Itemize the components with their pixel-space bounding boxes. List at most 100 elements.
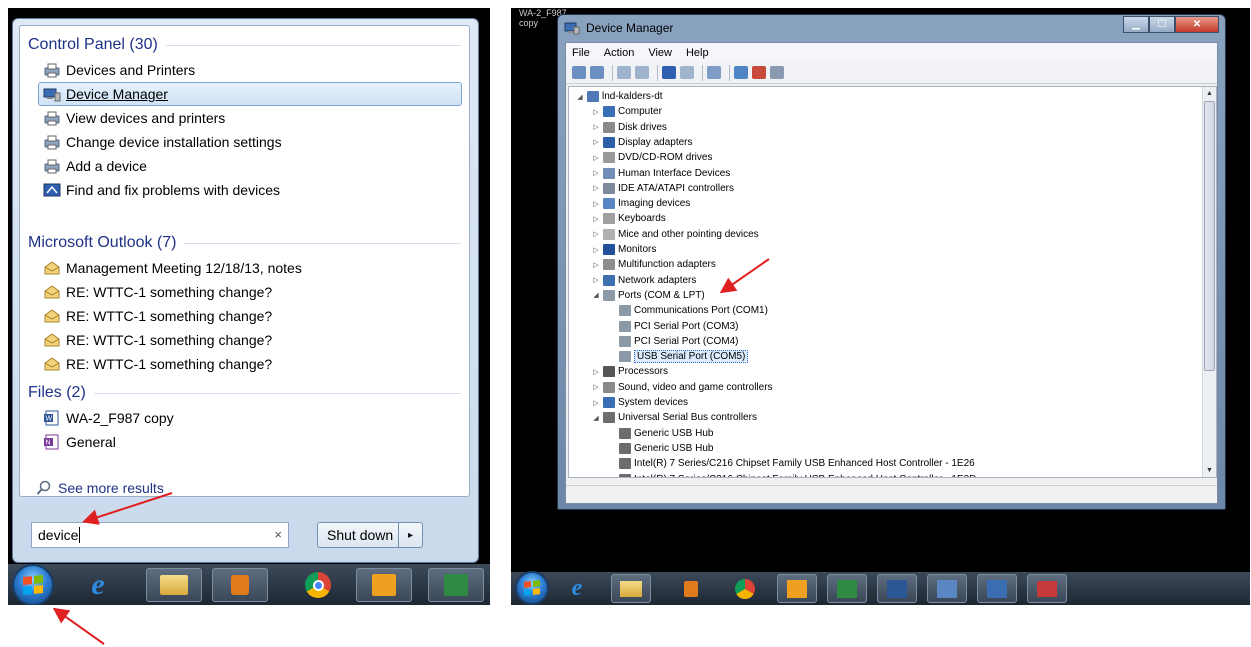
control-panel-result[interactable]: Device Manager <box>38 82 462 106</box>
tree-node[interactable]: ▷ Imaging devices <box>591 196 690 211</box>
tree-node[interactable]: ▷ IDE ATA/ATAPI controllers <box>591 181 734 196</box>
tree-node[interactable]: ◢ Ports (COM & LPT) <box>591 288 705 303</box>
menu-file[interactable]: File <box>572 47 590 59</box>
tree-node[interactable]: Generic USB Hub <box>607 441 713 456</box>
taskbar-file-explorer[interactable] <box>611 574 651 603</box>
control-panel-result[interactable]: Change device installation settings <box>38 130 462 154</box>
help-icon[interactable] <box>662 66 676 79</box>
tree-node[interactable]: ▷ Processors <box>591 364 668 379</box>
window-titlebar[interactable]: Device Manager ▁ ☐ ✕ <box>558 15 1225 41</box>
start-button[interactable] <box>12 564 54 605</box>
expand-toggle-icon[interactable]: ▷ <box>591 215 601 223</box>
tree-node[interactable]: ▷ Monitors <box>591 242 656 257</box>
control-panel-result[interactable]: Add a device <box>38 154 462 178</box>
taskbar-device-manager[interactable] <box>977 574 1017 603</box>
scroll-up-icon[interactable]: ▲ <box>1203 87 1216 100</box>
tree-node[interactable]: ▷ Human Interface Devices <box>591 166 730 181</box>
expand-toggle-icon[interactable]: ▷ <box>591 200 601 208</box>
group-heading-control-panel[interactable]: Control Panel (30) <box>28 34 461 56</box>
tree-node[interactable]: Communications Port (COM1) <box>607 303 768 318</box>
tree-node[interactable]: ▷ Disk drives <box>591 120 667 135</box>
uninstall-icon[interactable] <box>752 66 766 79</box>
tree-node[interactable]: ▷ DVD/CD-ROM drives <box>591 150 712 165</box>
tree-node[interactable]: ▷ Multifunction adapters <box>591 257 716 272</box>
start-search-input[interactable]: device × <box>31 522 289 548</box>
tree-node[interactable]: ◢ Universal Serial Bus controllers <box>591 410 757 425</box>
tree-node[interactable]: ▷ Sound, video and game controllers <box>591 380 773 395</box>
outlook-result[interactable]: RE: WTTC-1 something change? <box>38 352 462 376</box>
tree-node[interactable]: ◢ lnd-kalders-dt <box>575 89 663 104</box>
group-heading-files[interactable]: Files (2) <box>28 382 461 404</box>
expand-toggle-icon[interactable]: ▷ <box>591 383 601 391</box>
expand-toggle-icon[interactable]: ▷ <box>591 169 601 177</box>
expand-toggle-icon[interactable]: ▷ <box>591 123 601 131</box>
tree-node[interactable]: PCI Serial Port (COM3) <box>607 319 738 334</box>
taskbar-chrome[interactable] <box>290 568 346 602</box>
expand-toggle-icon[interactable]: ◢ <box>591 414 601 422</box>
expand-toggle-icon[interactable]: ▷ <box>591 276 601 284</box>
taskbar-word[interactable] <box>877 574 917 603</box>
update-driver-icon[interactable] <box>734 66 748 79</box>
control-panel-result[interactable]: Find and fix problems with devices <box>38 178 462 202</box>
file-result[interactable]: N General <box>38 430 462 454</box>
see-more-results-link[interactable]: See more results <box>36 480 164 496</box>
scroll-thumb[interactable] <box>1204 101 1215 371</box>
tree-node[interactable]: ▷ Network adapters <box>591 273 696 288</box>
control-panel-result[interactable]: View devices and printers <box>38 106 462 130</box>
taskbar-excel[interactable] <box>428 568 484 602</box>
show-hide-tree-icon[interactable] <box>617 66 631 79</box>
shutdown-options-arrow-icon[interactable]: ▸ <box>398 523 422 547</box>
shutdown-button[interactable]: Shut down ▸ <box>317 522 423 548</box>
tree-scrollbar[interactable]: ▲ ▼ <box>1202 87 1216 477</box>
expand-toggle-icon[interactable]: ▷ <box>591 154 601 162</box>
tree-node[interactable]: ▷ System devices <box>591 395 688 410</box>
scan-hardware-icon[interactable] <box>707 66 721 79</box>
taskbar-internet-explorer[interactable]: e <box>70 568 126 602</box>
taskbar-chrome[interactable] <box>725 574 765 603</box>
clear-search-icon[interactable]: × <box>274 527 282 542</box>
expand-toggle-icon[interactable]: ◢ <box>591 291 601 299</box>
group-heading-outlook[interactable]: Microsoft Outlook (7) <box>28 232 461 254</box>
outlook-result[interactable]: RE: WTTC-1 something change? <box>38 304 462 328</box>
control-panel-result[interactable]: Devices and Printers <box>38 58 462 82</box>
file-result[interactable]: W WA-2_F987 copy <box>38 406 462 430</box>
properties-icon[interactable] <box>635 66 649 79</box>
expand-toggle-icon[interactable]: ▷ <box>591 399 601 407</box>
menu-action[interactable]: Action <box>604 47 635 59</box>
expand-toggle-icon[interactable]: ▷ <box>591 108 601 116</box>
view-icon[interactable] <box>680 66 694 79</box>
tree-node[interactable]: Intel(R) 7 Series/C216 Chipset Family US… <box>607 456 975 471</box>
back-arrow-icon[interactable] <box>572 66 586 79</box>
menu-help[interactable]: Help <box>686 47 709 59</box>
tree-node[interactable]: ▷ Computer <box>591 104 662 119</box>
minimize-button[interactable]: ▁ <box>1123 16 1149 33</box>
tree-node[interactable]: Intel(R) 7 Series/C216 Chipset Family US… <box>607 472 976 477</box>
scroll-down-icon[interactable]: ▼ <box>1203 464 1216 477</box>
outlook-result[interactable]: RE: WTTC-1 something change? <box>38 280 462 304</box>
expand-toggle-icon[interactable]: ▷ <box>591 184 601 192</box>
taskbar-internet-explorer[interactable]: e <box>557 574 597 603</box>
expand-toggle-icon[interactable]: ▷ <box>591 230 601 238</box>
menu-view[interactable]: View <box>648 47 672 59</box>
taskbar-network-app[interactable] <box>927 574 967 603</box>
start-button[interactable] <box>515 571 549 605</box>
expand-toggle-icon[interactable]: ▷ <box>591 368 601 376</box>
taskbar-media-player[interactable] <box>671 574 711 603</box>
maximize-button[interactable]: ☐ <box>1149 16 1175 33</box>
disable-device-icon[interactable] <box>770 66 784 79</box>
taskbar-outlook[interactable] <box>777 574 817 603</box>
taskbar-toolbox-app[interactable] <box>1027 574 1067 603</box>
taskbar-outlook[interactable] <box>356 568 412 602</box>
tree-node[interactable]: Generic USB Hub <box>607 426 713 441</box>
expand-toggle-icon[interactable]: ▷ <box>591 138 601 146</box>
outlook-result[interactable]: RE: WTTC-1 something change? <box>38 328 462 352</box>
tree-node[interactable]: ▷ Display adapters <box>591 135 692 150</box>
close-button[interactable]: ✕ <box>1175 16 1219 33</box>
expand-toggle-icon[interactable]: ◢ <box>575 93 585 101</box>
taskbar-file-explorer[interactable] <box>146 568 202 602</box>
tree-node[interactable]: PCI Serial Port (COM4) <box>607 334 738 349</box>
taskbar-excel[interactable] <box>827 574 867 603</box>
expand-toggle-icon[interactable]: ▷ <box>591 246 601 254</box>
tree-node[interactable]: ▷ Keyboards <box>591 211 666 226</box>
tree-node[interactable]: USB Serial Port (COM5) <box>607 349 749 364</box>
